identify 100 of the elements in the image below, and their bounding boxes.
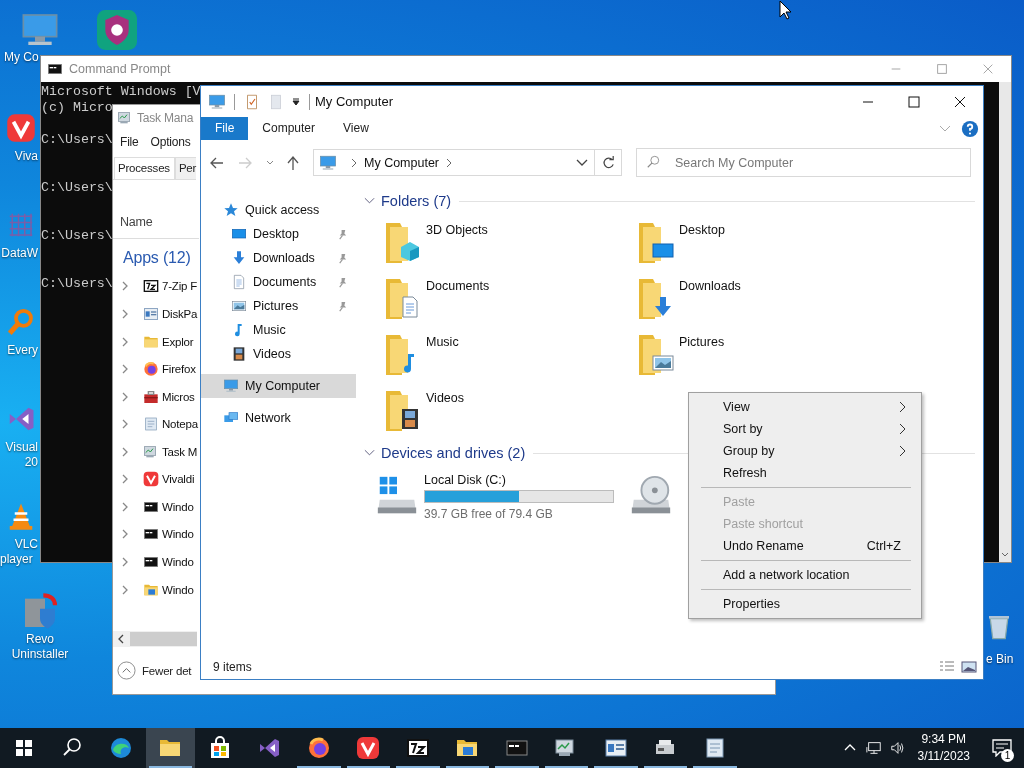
- folder-name[interactable]: Pictures: [679, 335, 725, 349]
- chevron-right-icon[interactable]: [121, 419, 129, 430]
- ribbon-tab[interactable]: File: [201, 117, 249, 140]
- process-name[interactable]: Firefox: [162, 363, 196, 376]
- pin-icon[interactable]: [337, 300, 348, 312]
- column-header[interactable]: Name: [120, 214, 153, 229]
- shortcut-label[interactable]: Uninstaller: [11, 647, 69, 662]
- clock-date[interactable]: 3/11/2023: [917, 748, 970, 765]
- chevron-right-icon[interactable]: [121, 474, 129, 485]
- search-field[interactable]: Search My Computer: [636, 148, 971, 177]
- folder-name[interactable]: Desktop: [679, 223, 725, 237]
- nav-item[interactable]: My Computer: [201, 374, 356, 398]
- nav-label[interactable]: Desktop: [253, 227, 299, 241]
- ribbon-tab[interactable]: Computer: [248, 117, 330, 140]
- chevron-right-icon[interactable]: [445, 157, 454, 168]
- speech-bubble-icon[interactable]: [992, 739, 1012, 757]
- section-heading[interactable]: Devices and drives (2): [381, 445, 526, 461]
- refresh-button[interactable]: [595, 149, 622, 176]
- nav-label[interactable]: Videos: [253, 347, 291, 361]
- pin-icon[interactable]: [337, 276, 348, 288]
- ribbon-tab[interactable]: View: [329, 117, 383, 140]
- window-icon[interactable]: [603, 736, 628, 760]
- drive-name[interactable]: Local Disk (C:): [424, 473, 614, 487]
- breadcrumb[interactable]: My Computer: [364, 155, 440, 170]
- nav-item[interactable]: Documents: [201, 270, 356, 294]
- menu-item[interactable]: Refresh: [691, 462, 919, 484]
- nav-label[interactable]: Downloads: [253, 251, 315, 265]
- menu-item[interactable]: Properties: [691, 593, 919, 615]
- chevron-right-icon[interactable]: [121, 557, 129, 567]
- scrollbar[interactable]: [999, 82, 1011, 562]
- nav-label[interactable]: Quick access: [245, 203, 320, 217]
- nav-item[interactable]: Videos: [201, 342, 356, 366]
- folder-name[interactable]: Downloads: [679, 279, 741, 293]
- nav-item[interactable]: Pictures: [201, 294, 356, 318]
- nav-label[interactable]: My Computer: [245, 379, 321, 393]
- pin-icon[interactable]: [337, 228, 348, 240]
- scroll-thumb[interactable]: [130, 632, 197, 647]
- archive-icon[interactable]: [405, 736, 430, 760]
- menu-item[interactable]: Group by: [691, 440, 919, 462]
- chevron-icon[interactable]: [364, 197, 375, 205]
- shortcut-label[interactable]: Revo: [26, 632, 54, 647]
- menu-item[interactable]: Sort by: [691, 418, 919, 440]
- nav-item[interactable]: Music: [201, 318, 356, 342]
- scrollbar[interactable]: [113, 631, 197, 648]
- menu-item[interactable]: Add a network location: [691, 564, 919, 586]
- chevron-right-icon[interactable]: [121, 308, 129, 319]
- nav-label[interactable]: Pictures: [253, 299, 299, 313]
- menu-item[interactable]: Undo Rename Ctrl+Z: [691, 535, 919, 557]
- chevron-right-icon[interactable]: [121, 364, 129, 375]
- chevron-right-icon[interactable]: [121, 336, 129, 347]
- large-icons-view-icon[interactable]: [961, 660, 977, 674]
- network-icon[interactable]: [865, 740, 882, 756]
- folder-name[interactable]: Music: [426, 335, 459, 349]
- menu-item[interactable]: Options: [150, 134, 191, 149]
- process-name[interactable]: Micros: [162, 390, 195, 403]
- chevron-right-icon[interactable]: [121, 391, 129, 402]
- browser-icon[interactable]: [108, 736, 133, 760]
- nav-label[interactable]: Documents: [253, 275, 317, 289]
- process-name[interactable]: Windo: [162, 500, 194, 513]
- chevron-right-icon[interactable]: [121, 584, 129, 595]
- address-bar[interactable]: My Computer: [313, 149, 595, 176]
- menu-item[interactable]: File: [120, 134, 139, 149]
- section-heading[interactable]: Folders (7): [381, 193, 452, 209]
- fox-globe-icon[interactable]: [306, 736, 331, 760]
- notification-button[interactable]: 1: [980, 728, 1024, 768]
- chevron-down-icon[interactable]: [576, 158, 588, 167]
- chevron-right-icon[interactable]: [121, 501, 129, 512]
- folder-name[interactable]: 3D Objects: [426, 223, 488, 237]
- process-name[interactable]: Windo: [162, 556, 194, 568]
- process-name[interactable]: Windo: [162, 583, 194, 596]
- folder-name[interactable]: Videos: [426, 391, 464, 405]
- nav-item[interactable]: Network: [201, 406, 356, 430]
- help-icon[interactable]: [961, 119, 979, 138]
- shortcut-label[interactable]: My Co: [0, 50, 39, 65]
- computer-icon[interactable]: [208, 92, 226, 111]
- volume-icon[interactable]: [889, 740, 906, 756]
- fewer-details-link[interactable]: Fewer det: [142, 664, 192, 677]
- menu-item[interactable]: View: [691, 396, 919, 418]
- shortcut-label[interactable]: Viva: [0, 149, 38, 164]
- process-name[interactable]: Explor: [162, 335, 194, 348]
- nav-item[interactable]: Quick access: [201, 198, 356, 222]
- chevron-icon[interactable]: [364, 449, 375, 457]
- clock-time[interactable]: 9:34 PM: [921, 731, 967, 748]
- chevron-right-icon[interactable]: [121, 529, 129, 540]
- tab[interactable]: Per: [174, 156, 197, 179]
- up-arrow-icon[interactable]: [285, 154, 301, 171]
- nav-item[interactable]: Desktop: [201, 222, 356, 246]
- ribbon-logo-icon[interactable]: [257, 736, 282, 760]
- pin-icon[interactable]: [337, 252, 348, 264]
- chevron-down-icon[interactable]: [1000, 551, 1010, 559]
- shield-icon[interactable]: [96, 10, 138, 50]
- nav-label[interactable]: Network: [245, 411, 291, 425]
- dropdown-icon[interactable]: [291, 96, 301, 107]
- tab[interactable]: Processes: [114, 156, 175, 179]
- chevron-right-icon[interactable]: [121, 281, 129, 292]
- process-name[interactable]: Vivaldi: [162, 473, 195, 486]
- process-name[interactable]: 7-Zip F: [162, 280, 198, 293]
- process-name[interactable]: Task M: [162, 445, 198, 458]
- chevron-right-icon[interactable]: [121, 446, 129, 457]
- process-name[interactable]: Windo: [162, 528, 194, 541]
